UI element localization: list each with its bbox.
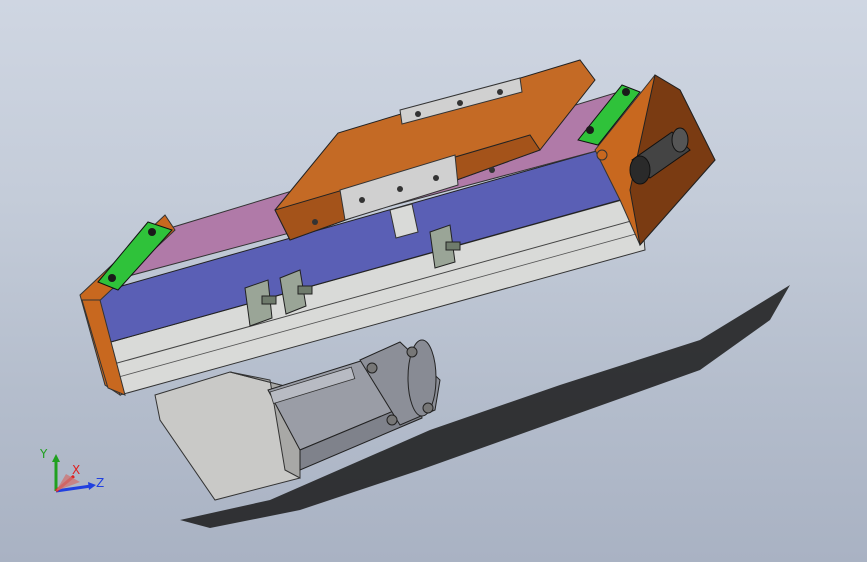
linear-module-3d-model[interactable]: [0, 0, 867, 562]
axis-triad[interactable]: Y X Z: [36, 446, 116, 506]
cad-graphics-viewport[interactable]: Y X Z: [0, 0, 867, 562]
z-axis-label: Z: [96, 476, 104, 490]
x-axis-label: X: [72, 463, 80, 477]
z-axis-arrow: [88, 482, 96, 490]
y-axis-arrow: [52, 454, 60, 462]
y-axis-label: Y: [39, 447, 48, 461]
